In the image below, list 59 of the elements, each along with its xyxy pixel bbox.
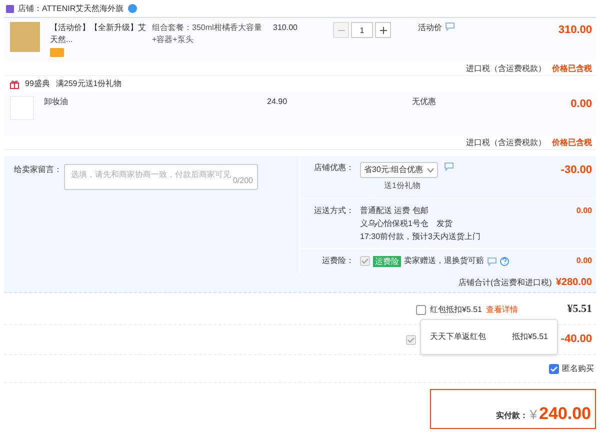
option-label: 运费险： bbox=[322, 256, 354, 265]
chevron-icon bbox=[427, 168, 434, 172]
tax-label: 进口税（含运费税款） bbox=[466, 62, 546, 74]
option-amount: -30.00 bbox=[560, 164, 592, 176]
coupon-amount: -40.00 bbox=[560, 332, 592, 348]
insurance-badge: 运费险 bbox=[373, 256, 401, 266]
quantity-field[interactable]: 1 bbox=[351, 22, 373, 38]
subtotal: 0.00 bbox=[570, 98, 592, 110]
checkbox[interactable] bbox=[416, 304, 426, 314]
minus-button[interactable] bbox=[333, 22, 349, 38]
option-amount: 0.00 bbox=[576, 206, 592, 215]
option-amount: 0.00 bbox=[576, 256, 592, 265]
character-counter: 0/200 bbox=[232, 175, 253, 187]
anonymous-label: 匿名购买 bbox=[562, 362, 594, 374]
tax-note: 价格已含税 bbox=[552, 62, 592, 74]
store-total-label: 店铺合计(含运费和进口税) bbox=[458, 276, 552, 288]
checkbox[interactable] bbox=[549, 364, 559, 374]
popover-value: 抵扣¥5.51 bbox=[512, 331, 548, 343]
option-label: 运送方式： bbox=[314, 206, 354, 215]
store-icon bbox=[6, 4, 14, 12]
currency-symbol: ¥ bbox=[530, 406, 537, 424]
product-photo-placeholder bbox=[10, 22, 40, 52]
message-icon bbox=[487, 256, 497, 266]
shipping-info: 17:30前付款，预计3天内送货上门 bbox=[360, 231, 482, 242]
tax-note: 价格已含税 bbox=[552, 136, 592, 148]
message-icon bbox=[444, 162, 454, 171]
shipping-info: 义乌心怡保税1号仓 发货 bbox=[360, 218, 454, 229]
unit-price: 310.00 bbox=[273, 23, 298, 32]
gift-icon bbox=[10, 80, 19, 88]
plus-icon bbox=[380, 26, 386, 34]
tax-label: 进口税（含运费税款） bbox=[466, 136, 546, 148]
message-icon bbox=[445, 22, 455, 31]
subtotal: 310.00 bbox=[558, 24, 592, 36]
store-name[interactable]: 店铺：ATTENIR艾天然海外旗 bbox=[18, 2, 124, 14]
discount-select[interactable]: 省30元:组合优惠 bbox=[360, 162, 438, 178]
product-title[interactable]: 卸妆油 bbox=[44, 96, 142, 108]
message-label: 给卖家留言： bbox=[14, 164, 62, 176]
cash-coupon-label: 红包抵扣¥5.51 bbox=[430, 304, 482, 316]
shipping-info: 普通配送 运费 包邮 bbox=[360, 205, 430, 216]
promo-text: 满259元送1份礼物 bbox=[56, 78, 122, 90]
promo-label: 无优惠 bbox=[412, 96, 436, 108]
payment-amount: 240.00 bbox=[539, 404, 591, 424]
plus-button[interactable] bbox=[375, 22, 391, 38]
details-link[interactable]: 查看详情 bbox=[486, 304, 518, 316]
placeholder-text: 选填，请先和商家协商一致，付款后商家可见 bbox=[71, 169, 231, 181]
promo-event: 99盛典 bbox=[25, 78, 50, 90]
popover-title: 天天下单返红包 bbox=[430, 331, 486, 343]
help-icon[interactable] bbox=[500, 256, 509, 266]
payment-label: 实付款： bbox=[496, 410, 528, 422]
store-total-amount: ¥280.00 bbox=[556, 276, 592, 290]
unit-price: 24.90 bbox=[267, 97, 288, 106]
promo-label: 活动价 bbox=[418, 22, 442, 34]
product-spec: 组合套餐：350ml柑橘香大容量+容器+泵头 bbox=[152, 23, 262, 44]
product-title[interactable]: 【活动价】【全新升级】艾天然... bbox=[50, 22, 148, 46]
insurance-text: 卖家赠送，退换货可赔 bbox=[404, 255, 484, 267]
card-icon bbox=[50, 48, 64, 57]
cash-coupon-amount: ¥5.51 bbox=[566, 302, 592, 318]
gift-note: 送1份礼物 bbox=[383, 180, 422, 192]
option-label: 店铺优惠： bbox=[314, 163, 354, 172]
